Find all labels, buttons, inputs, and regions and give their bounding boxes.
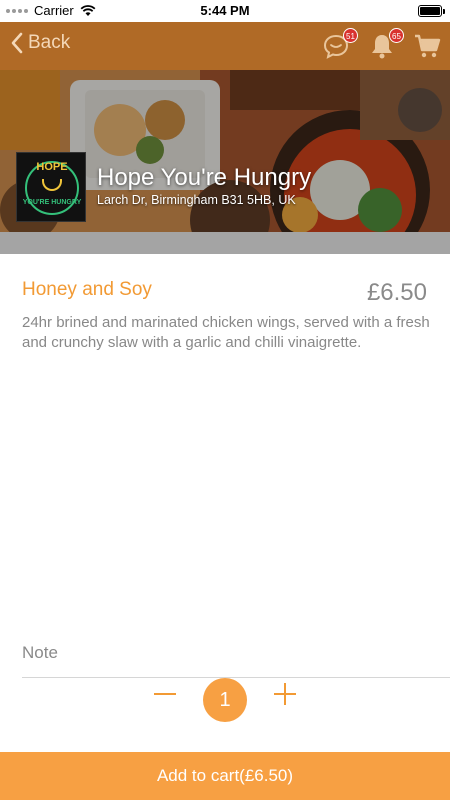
note-field[interactable]: Note [22, 643, 58, 663]
item-price: £6.50 [366, 279, 427, 306]
chat-button[interactable]: 51 [322, 28, 358, 60]
status-bar: Carrier 5:44 PM [0, 0, 450, 22]
back-button[interactable]: Back [10, 32, 70, 54]
notification-badge: 65 [389, 28, 404, 43]
notifications-button[interactable]: 65 [368, 28, 404, 60]
chat-badge: 51 [343, 28, 358, 43]
restaurant-logo: HOPE YOU'RE HUNGRY [16, 152, 86, 222]
back-label: Back [28, 32, 71, 53]
add-to-cart-button[interactable]: Add to cart(£6.50) [0, 752, 450, 800]
product-detail-screen: Carrier 5:44 PM Back 51 65 HOPE YOU'RE H… [0, 0, 450, 800]
nav-bar: Back 51 65 [0, 22, 450, 70]
battery-icon [418, 5, 445, 17]
increase-quantity-button[interactable] [273, 682, 297, 706]
chevron-left-icon [11, 32, 23, 54]
quantity-value: 1 [203, 678, 247, 722]
restaurant-banner: HOPE YOU'RE HUNGRY Hope You're Hungry La… [0, 70, 450, 232]
item-description: 24hr brined and marinated chicken wings,… [22, 314, 430, 351]
restaurant-address: Larch Dr, Birmingham B31 5HB, UK [97, 193, 296, 207]
section-divider [0, 232, 450, 254]
note-underline [22, 677, 450, 678]
logo-text-bottom: YOU'RE HUNGRY [22, 199, 82, 206]
cart-button[interactable] [413, 32, 441, 60]
restaurant-name: Hope You're Hungry [97, 164, 312, 191]
cart-icon [415, 34, 441, 58]
clock: 5:44 PM [200, 3, 250, 18]
logo-text-top: HOPE [36, 161, 68, 173]
decrease-quantity-button[interactable] [152, 682, 178, 708]
item-name: Honey and Soy [22, 279, 152, 300]
